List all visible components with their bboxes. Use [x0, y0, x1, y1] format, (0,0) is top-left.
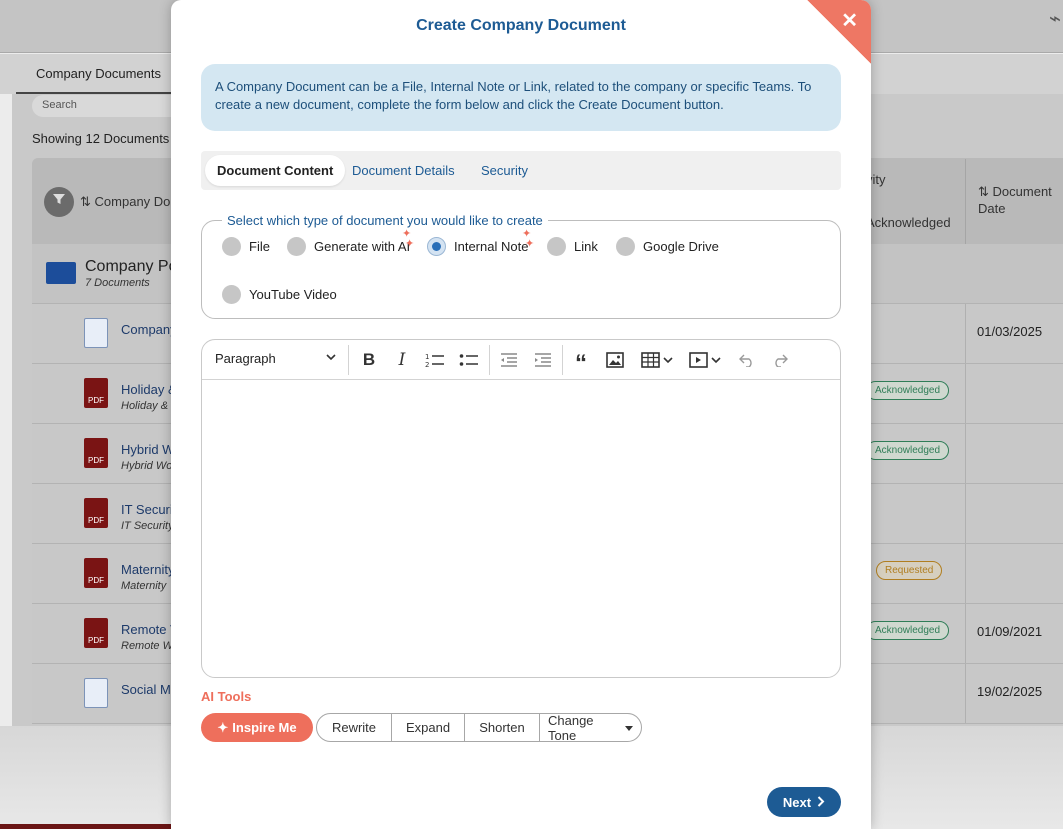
- radio-generate-with-ai[interactable]: Generate with AI: [287, 236, 410, 256]
- radio-internal-note[interactable]: Internal Note: [427, 236, 528, 256]
- row-title[interactable]: Holiday &: [121, 382, 177, 397]
- paragraph-format-select[interactable]: Paragraph: [215, 351, 337, 366]
- pdf-icon: PDF: [84, 558, 108, 588]
- status-badge: Acknowledged: [866, 621, 950, 640]
- table-icon[interactable]: [638, 349, 676, 371]
- numbered-list-icon[interactable]: 12: [423, 349, 447, 371]
- italic-icon[interactable]: I: [392, 349, 412, 371]
- row-title[interactable]: Social M: [121, 682, 171, 697]
- chevron-down-icon: [325, 351, 337, 366]
- caret-down-icon: [625, 720, 633, 735]
- corner-icon: ⌁: [1048, 8, 1061, 30]
- pdf-icon: PDF: [84, 378, 108, 408]
- row-date: 01/09/2021: [977, 624, 1043, 639]
- folder-icon: [46, 262, 76, 284]
- chevron-right-icon: [817, 795, 825, 810]
- column-header-acknowledged: Acknowledged: [866, 215, 951, 230]
- expand-button[interactable]: Expand: [391, 713, 465, 742]
- date-cell: [965, 544, 1063, 603]
- svg-text:1: 1: [425, 353, 429, 361]
- folder-subtitle: 7 Documents: [85, 277, 150, 289]
- document-type-legend: Select which type of document you would …: [222, 213, 548, 228]
- tab-document-content[interactable]: Document Content: [205, 155, 346, 186]
- increase-indent-icon[interactable]: [531, 349, 555, 371]
- modal-tabs: Document Content Document Details Securi…: [201, 151, 841, 190]
- doc-icon: [84, 318, 108, 348]
- toolbar-divider: [489, 345, 490, 375]
- editor-toolbar: Paragraph B I 12 “: [202, 340, 840, 380]
- row-subtitle: Hybrid Wo: [121, 460, 173, 472]
- tab-company-documents[interactable]: Company Documents: [16, 54, 181, 94]
- next-button[interactable]: Next: [767, 787, 841, 817]
- radio-youtube-video[interactable]: YouTube Video: [222, 284, 337, 304]
- date-cell: [965, 424, 1063, 483]
- column-header-company-document[interactable]: ⇅ Company Do: [80, 194, 170, 210]
- row-date: 19/02/2025: [977, 684, 1043, 699]
- search-input[interactable]: Search: [32, 95, 182, 117]
- doc-icon: [84, 678, 108, 708]
- row-title[interactable]: Maternity: [121, 562, 174, 577]
- documents-count: Showing 12 Documents: [32, 131, 170, 146]
- radio-file[interactable]: File: [222, 236, 270, 256]
- filter-icon[interactable]: [44, 187, 74, 217]
- radio-indicator: [547, 236, 566, 256]
- radio-link[interactable]: Link: [547, 236, 598, 256]
- svg-text:2: 2: [425, 361, 429, 368]
- row-subtitle: Remote W: [121, 640, 173, 652]
- pdf-icon: PDF: [84, 498, 108, 528]
- sort-icon: ⇅: [80, 194, 91, 209]
- row-title[interactable]: IT Securi: [121, 502, 173, 517]
- column-header-document-date[interactable]: ⇅ Document Date: [965, 159, 1063, 245]
- row-title[interactable]: Hybrid W: [121, 442, 174, 457]
- ai-tools-label: AI Tools: [201, 689, 252, 704]
- row-subtitle: Maternity: [121, 580, 167, 592]
- status-badge: Acknowledged: [866, 441, 950, 460]
- date-cell: [965, 484, 1063, 543]
- bold-icon[interactable]: B: [359, 349, 379, 371]
- radio-indicator: [222, 236, 241, 256]
- row-subtitle: Holiday &: [121, 400, 169, 412]
- radio-indicator: [222, 284, 241, 304]
- status-badge: Requested: [876, 561, 943, 580]
- media-embed-icon[interactable]: [686, 349, 724, 371]
- decrease-indent-icon[interactable]: [497, 349, 521, 371]
- editor-content-area[interactable]: [202, 380, 840, 677]
- modal-title: Create Company Document: [416, 17, 626, 34]
- blockquote-icon[interactable]: “: [569, 349, 593, 377]
- pdf-icon: PDF: [84, 618, 108, 648]
- row-date: 01/03/2025: [977, 324, 1043, 339]
- tab-security[interactable]: Security: [469, 155, 540, 186]
- sparkle-icon: ✦ ✦: [402, 228, 415, 250]
- folder-title: Company Po: [85, 258, 178, 275]
- row-title[interactable]: Company: [121, 322, 177, 337]
- radio-indicator: [287, 236, 306, 256]
- redo-icon[interactable]: [768, 349, 792, 371]
- inspire-me-button[interactable]: ✦ Inspire Me: [201, 713, 313, 742]
- toolbar-divider: [562, 345, 563, 375]
- radio-google-drive[interactable]: Google Drive: [616, 236, 719, 256]
- toolbar-divider: [348, 345, 349, 375]
- date-cell: [965, 364, 1063, 423]
- rich-text-editor: Paragraph B I 12 “: [201, 339, 841, 678]
- document-type-group: Select which type of document you would …: [201, 213, 841, 319]
- sparkle-icon: ✦: [217, 719, 229, 735]
- image-icon[interactable]: [603, 349, 627, 371]
- rewrite-button[interactable]: Rewrite: [316, 713, 392, 742]
- radio-indicator-checked: [427, 236, 446, 256]
- change-tone-dropdown[interactable]: Change Tone: [539, 713, 642, 743]
- row-subtitle: IT Security: [121, 520, 174, 532]
- radio-indicator: [616, 236, 635, 256]
- sparkle-icon: ✦ ✦: [522, 228, 535, 250]
- status-badge: Acknowledged: [866, 381, 950, 400]
- bullet-list-icon[interactable]: [457, 349, 481, 371]
- shorten-button[interactable]: Shorten: [464, 713, 540, 742]
- create-document-modal: ✕ Create Company Document A Company Docu…: [171, 0, 871, 829]
- tab-document-details[interactable]: Document Details: [340, 155, 467, 186]
- sort-icon: ⇅: [978, 184, 989, 199]
- info-message: A Company Document can be a File, Intern…: [201, 64, 841, 131]
- pdf-icon: PDF: [84, 438, 108, 468]
- undo-icon[interactable]: [735, 349, 759, 371]
